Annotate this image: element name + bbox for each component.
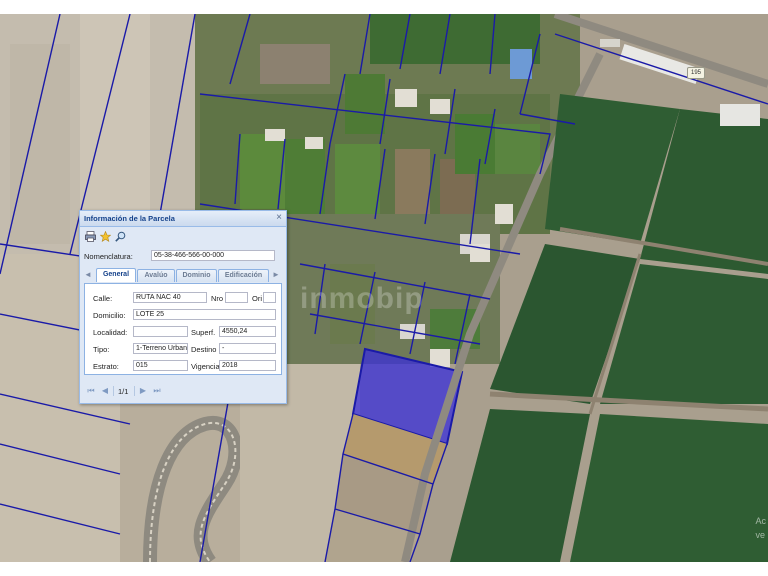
estrato-field[interactable]: 015 — [133, 360, 188, 371]
prev-page-icon[interactable]: ◀ — [100, 386, 110, 396]
tab-dominio[interactable]: Dominio — [176, 269, 217, 282]
nomenclatura-row: Nomenclatura: 05-38-466-566-00-000 — [84, 250, 280, 264]
close-icon[interactable]: × — [276, 212, 282, 223]
tab-avaluo[interactable]: Avalúo — [137, 269, 175, 282]
zoom-icon[interactable] — [114, 230, 126, 242]
panel-title: Información de la Parcela — [84, 214, 175, 223]
nomenclatura-label: Nomenclatura: — [84, 252, 133, 261]
destino-field[interactable]: - — [219, 343, 276, 354]
calle-label: Calle: — [93, 294, 113, 303]
first-page-icon[interactable]: ⏮ — [86, 386, 96, 396]
panel-header[interactable]: Información de la Parcela × — [80, 211, 286, 227]
tab-scroll-right-icon[interactable]: ► — [272, 270, 280, 281]
tab-edificacion[interactable]: Edificación — [218, 269, 269, 282]
record-pager: ⏮ ◀ 1/1 ▶ ⏭ — [84, 385, 282, 398]
star-icon[interactable] — [99, 230, 111, 242]
domicilio-label: Domicilio: — [93, 311, 126, 320]
vigencia-field[interactable]: 2018 — [219, 360, 276, 371]
tipo-field[interactable]: 1-Terreno Urbano — [133, 343, 188, 354]
route-shield: 195 — [687, 67, 705, 79]
localidad-label: Localidad: — [93, 328, 128, 337]
print-icon[interactable] — [84, 230, 96, 242]
watermark: inmobip — [300, 282, 424, 315]
panel-toolbar — [84, 230, 126, 242]
superf-field[interactable]: 4550,24 — [219, 326, 276, 337]
parcel-info-window[interactable]: Información de la Parcela × Nomenclatura… — [79, 210, 287, 404]
localidad-field[interactable] — [133, 326, 188, 337]
destino-label: Destino — [191, 345, 217, 354]
domicilio-field[interactable]: LOTE 25 — [133, 309, 276, 320]
ori-label: Ori — [252, 294, 262, 303]
tab-strip: ◄ General Avalúo Dominio Edificación ► — [84, 268, 282, 283]
corner-overlay-text: Ac ve — [755, 516, 766, 540]
nomenclatura-field[interactable]: 05-38-466-566-00-000 — [151, 250, 275, 261]
tipo-label: Tipo: — [93, 345, 110, 354]
last-page-icon[interactable]: ⏭ — [152, 386, 162, 396]
calle-field[interactable]: RUTA NAC 40 — [133, 292, 207, 303]
nro-label: Nro — [211, 294, 224, 303]
ori-field[interactable] — [263, 292, 276, 303]
general-tab-panel: Calle: RUTA NAC 40 Nro Ori Domicilio: LO… — [84, 283, 282, 375]
nro-field[interactable] — [225, 292, 248, 303]
tab-general[interactable]: General — [96, 268, 136, 282]
superf-label: Superf. — [191, 328, 216, 337]
pager-divider — [113, 386, 114, 396]
vigencia-label: Vigencia — [191, 362, 220, 371]
next-page-icon[interactable]: ▶ — [138, 386, 148, 396]
race-track — [120, 394, 250, 562]
pager-divider — [134, 386, 135, 396]
estrato-label: Estrato: — [93, 362, 119, 371]
tab-scroll-left-icon[interactable]: ◄ — [84, 270, 92, 281]
page-indicator: 1/1 — [118, 387, 129, 396]
